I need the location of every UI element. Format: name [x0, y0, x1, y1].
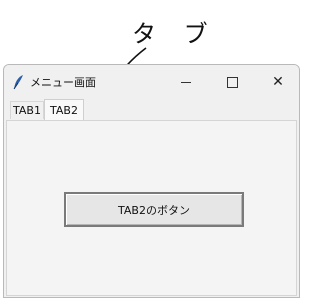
- screenshot-stage: タ ブ メニュー画面 ✕ TAB1 TAB2 TAB2のボタン: [0, 0, 300, 298]
- tab2-button[interactable]: TAB2のボタン: [64, 192, 244, 227]
- tab-label: TAB2: [50, 103, 78, 117]
- close-icon: ✕: [272, 74, 284, 90]
- tab-label: TAB1: [13, 104, 41, 117]
- tab-bar: TAB1 TAB2: [4, 99, 299, 121]
- maximize-icon: [226, 76, 238, 88]
- title-bar[interactable]: メニュー画面 ✕: [4, 65, 299, 99]
- close-button[interactable]: ✕: [256, 65, 299, 99]
- feather-icon: [13, 75, 23, 90]
- maximize-button[interactable]: [210, 65, 254, 99]
- annotation-label: タ ブ: [132, 20, 218, 48]
- minimize-button[interactable]: [164, 65, 208, 99]
- tab-tab1[interactable]: TAB1: [10, 101, 44, 119]
- tab-tab2[interactable]: TAB2: [44, 99, 84, 120]
- app-window: メニュー画面 ✕ TAB1 TAB2 TAB2のボタン: [3, 64, 300, 298]
- window-title: メニュー画面: [30, 76, 96, 89]
- minimize-icon: [181, 81, 191, 83]
- button-label: TAB2のボタン: [118, 203, 190, 217]
- tab-panel: TAB2のボタン: [6, 120, 297, 296]
